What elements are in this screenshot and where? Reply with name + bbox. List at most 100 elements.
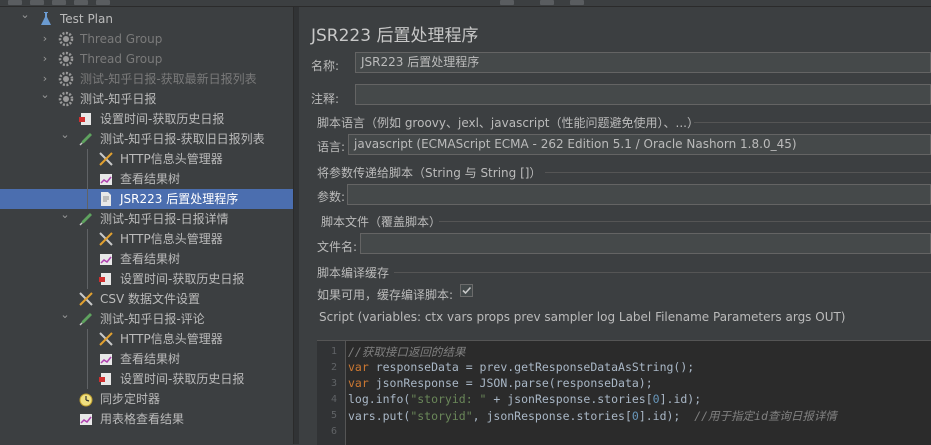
script-icon [98,371,114,387]
script-icon [78,111,94,127]
script-variables-label: Script (variables: ctx vars props prev s… [319,310,846,324]
language-select[interactable]: javascript (ECMAScript ECMA - 262 Editio… [348,134,931,155]
tree-node-label: 设置时间-获取历史日报 [120,272,245,286]
gear-icon [58,71,74,87]
toolbar-button[interactable] [540,0,554,5]
tools-icon [98,151,114,167]
line-number: 6 [330,426,337,437]
doc-icon [98,191,114,207]
chevron-down-icon[interactable]: ⌄ [20,5,30,25]
chevron-right-icon[interactable]: › [40,49,50,69]
tree-node-label: 测试-知乎日报-获取最新日报列表 [80,72,257,86]
timer-icon [78,391,94,407]
tree-node-label: 设置时间-获取历史日报 [120,372,245,386]
tree-node[interactable]: ⌄ 测试-知乎日报-获取旧日报列表 [0,128,293,149]
tree-node-label: 测试-知乎日报 [80,92,157,106]
chevron-down-icon[interactable]: ⌄ [40,85,50,105]
tree-node[interactable]: HTTP信息头管理器 [0,329,293,349]
filename-label: 文件名: [317,240,358,254]
tree-node-label: 用表格查看结果 [100,412,185,426]
chevron-down-icon[interactable]: ⌄ [60,125,70,145]
chevron-right-icon[interactable]: › [40,29,50,49]
script-language-section: 脚本语言（例如 groovy、jexl、javascript（性能问题避免使用）… [317,116,699,130]
tree-guide-line [87,329,88,389]
parameters-field[interactable] [347,184,931,205]
tree-node-label: Test Plan [60,12,113,26]
tree-node-label: HTTP信息头管理器 [120,232,223,246]
tree-node[interactable]: 设置时间-获取历史日报 [0,109,293,129]
filename-field[interactable] [360,233,931,254]
tree-node[interactable]: › Thread Group [0,49,293,69]
pipette-icon [78,131,94,147]
tree-node[interactable]: 用表格查看结果 [0,409,293,429]
line-number: 4 [330,394,337,405]
code-line[interactable]: vars.put("storyid", jsonResponse.stories… [348,408,837,424]
tree-node[interactable]: ⌄ 测试-知乎日报-评论 [0,308,293,329]
code-line[interactable]: //获取接口返回的结果 [348,344,465,360]
cache-label: 如果可用，缓存编译脚本: [317,288,454,302]
gear-icon [58,91,74,107]
tree-node[interactable]: 同步定时器 [0,389,293,409]
chevron-down-icon[interactable]: ⌄ [60,305,70,325]
pipette-icon [78,211,94,227]
chevron-down-icon[interactable]: ⌄ [60,205,70,225]
tree-node[interactable]: 设置时间-获取历史日报 [0,269,293,289]
tree-node[interactable]: CSV 数据文件设置 [0,289,293,309]
tree-node-label: 查看结果树 [120,352,181,366]
tree-node-label: 测试-知乎日报-评论 [100,312,205,326]
tree-node[interactable]: JSR223 后置处理程序 [0,189,293,209]
toolbar-button[interactable] [500,0,514,5]
test-plan-tree[interactable]: ⌄ Test Plan › Thread Group › Thread Group › 测试-… [0,7,293,444]
tree-node-label: 测试-知乎日报-获取旧日报列表 [100,132,265,146]
code-line[interactable]: log.info("storyid: " + jsonResponse.stor… [348,392,701,406]
toolbar-button[interactable] [74,0,88,5]
tree-node[interactable]: › Thread Group [0,29,293,49]
tree-node[interactable]: ⌄ 测试-知乎日报-日报详情 [0,208,293,229]
tree-node-label: Thread Group [80,32,163,46]
tree-node[interactable]: 查看结果树 [0,349,293,369]
name-label: 名称: [311,59,340,73]
tree-node[interactable]: 查看结果树 [0,169,293,189]
tree-node[interactable]: HTTP信息头管理器 [0,149,293,169]
parameters-label: 参数: [317,190,346,204]
tree-node-label: 查看结果树 [120,172,181,186]
jsr223-panel: JSR223 后置处理程序 名称: JSR223 后置处理程序 注释: 脚本语言… [299,7,931,445]
tools-icon [78,291,94,307]
toolbar-button[interactable] [570,0,584,5]
chart-icon [98,251,114,267]
language-label: 语言: [317,140,346,154]
tree-node[interactable]: 设置时间-获取历史日报 [0,369,293,389]
tree-node[interactable]: ⌄ 测试-知乎日报 [0,88,293,109]
tree-node[interactable]: ⌄ Test Plan [0,8,293,29]
toolbar-button[interactable] [96,0,110,5]
tree-node-label: HTTP信息头管理器 [120,152,223,166]
code-line[interactable]: var responseData = prev.getResponseDataA… [348,360,694,374]
tree-node[interactable]: HTTP信息头管理器 [0,229,293,249]
cache-checkbox[interactable] [460,284,473,297]
parameters-section: 将参数传递给脚本（String 与 String []） [317,166,542,180]
script-editor[interactable]: 1 2 3 4 5 6 //获取接口返回的结果 var responseData = pre… [317,340,931,445]
tree-node-label: 设置时间-获取历史日报 [100,112,225,126]
chart-icon [98,171,114,187]
section-divider [394,272,931,273]
line-number-gutter: 1 2 3 4 5 6 [317,341,346,445]
gear-icon [58,31,74,47]
tree-guide-line [87,149,88,209]
tree-node-label: 测试-知乎日报-日报详情 [100,212,229,226]
line-number: 5 [330,410,337,421]
toolbar-button[interactable] [52,0,66,5]
chart-icon [98,351,114,367]
script-file-section: 脚本文件（覆盖脚本） [321,215,442,229]
line-number: 1 [330,346,337,357]
tree-node-label: CSV 数据文件设置 [100,292,201,306]
name-field[interactable]: JSR223 后置处理程序 [355,52,931,73]
tree-node[interactable]: 查看结果树 [0,249,293,269]
toolbar-button[interactable] [30,0,44,5]
toolbar [0,0,931,7]
tree-node-label: JSR223 后置处理程序 [120,192,239,206]
pipette-icon [78,311,94,327]
tree-node-label: HTTP信息头管理器 [120,332,223,346]
gear-icon [58,51,74,67]
comment-field[interactable] [355,84,931,105]
code-line[interactable]: var jsonResponse = JSON.parse(responseDa… [348,376,653,390]
